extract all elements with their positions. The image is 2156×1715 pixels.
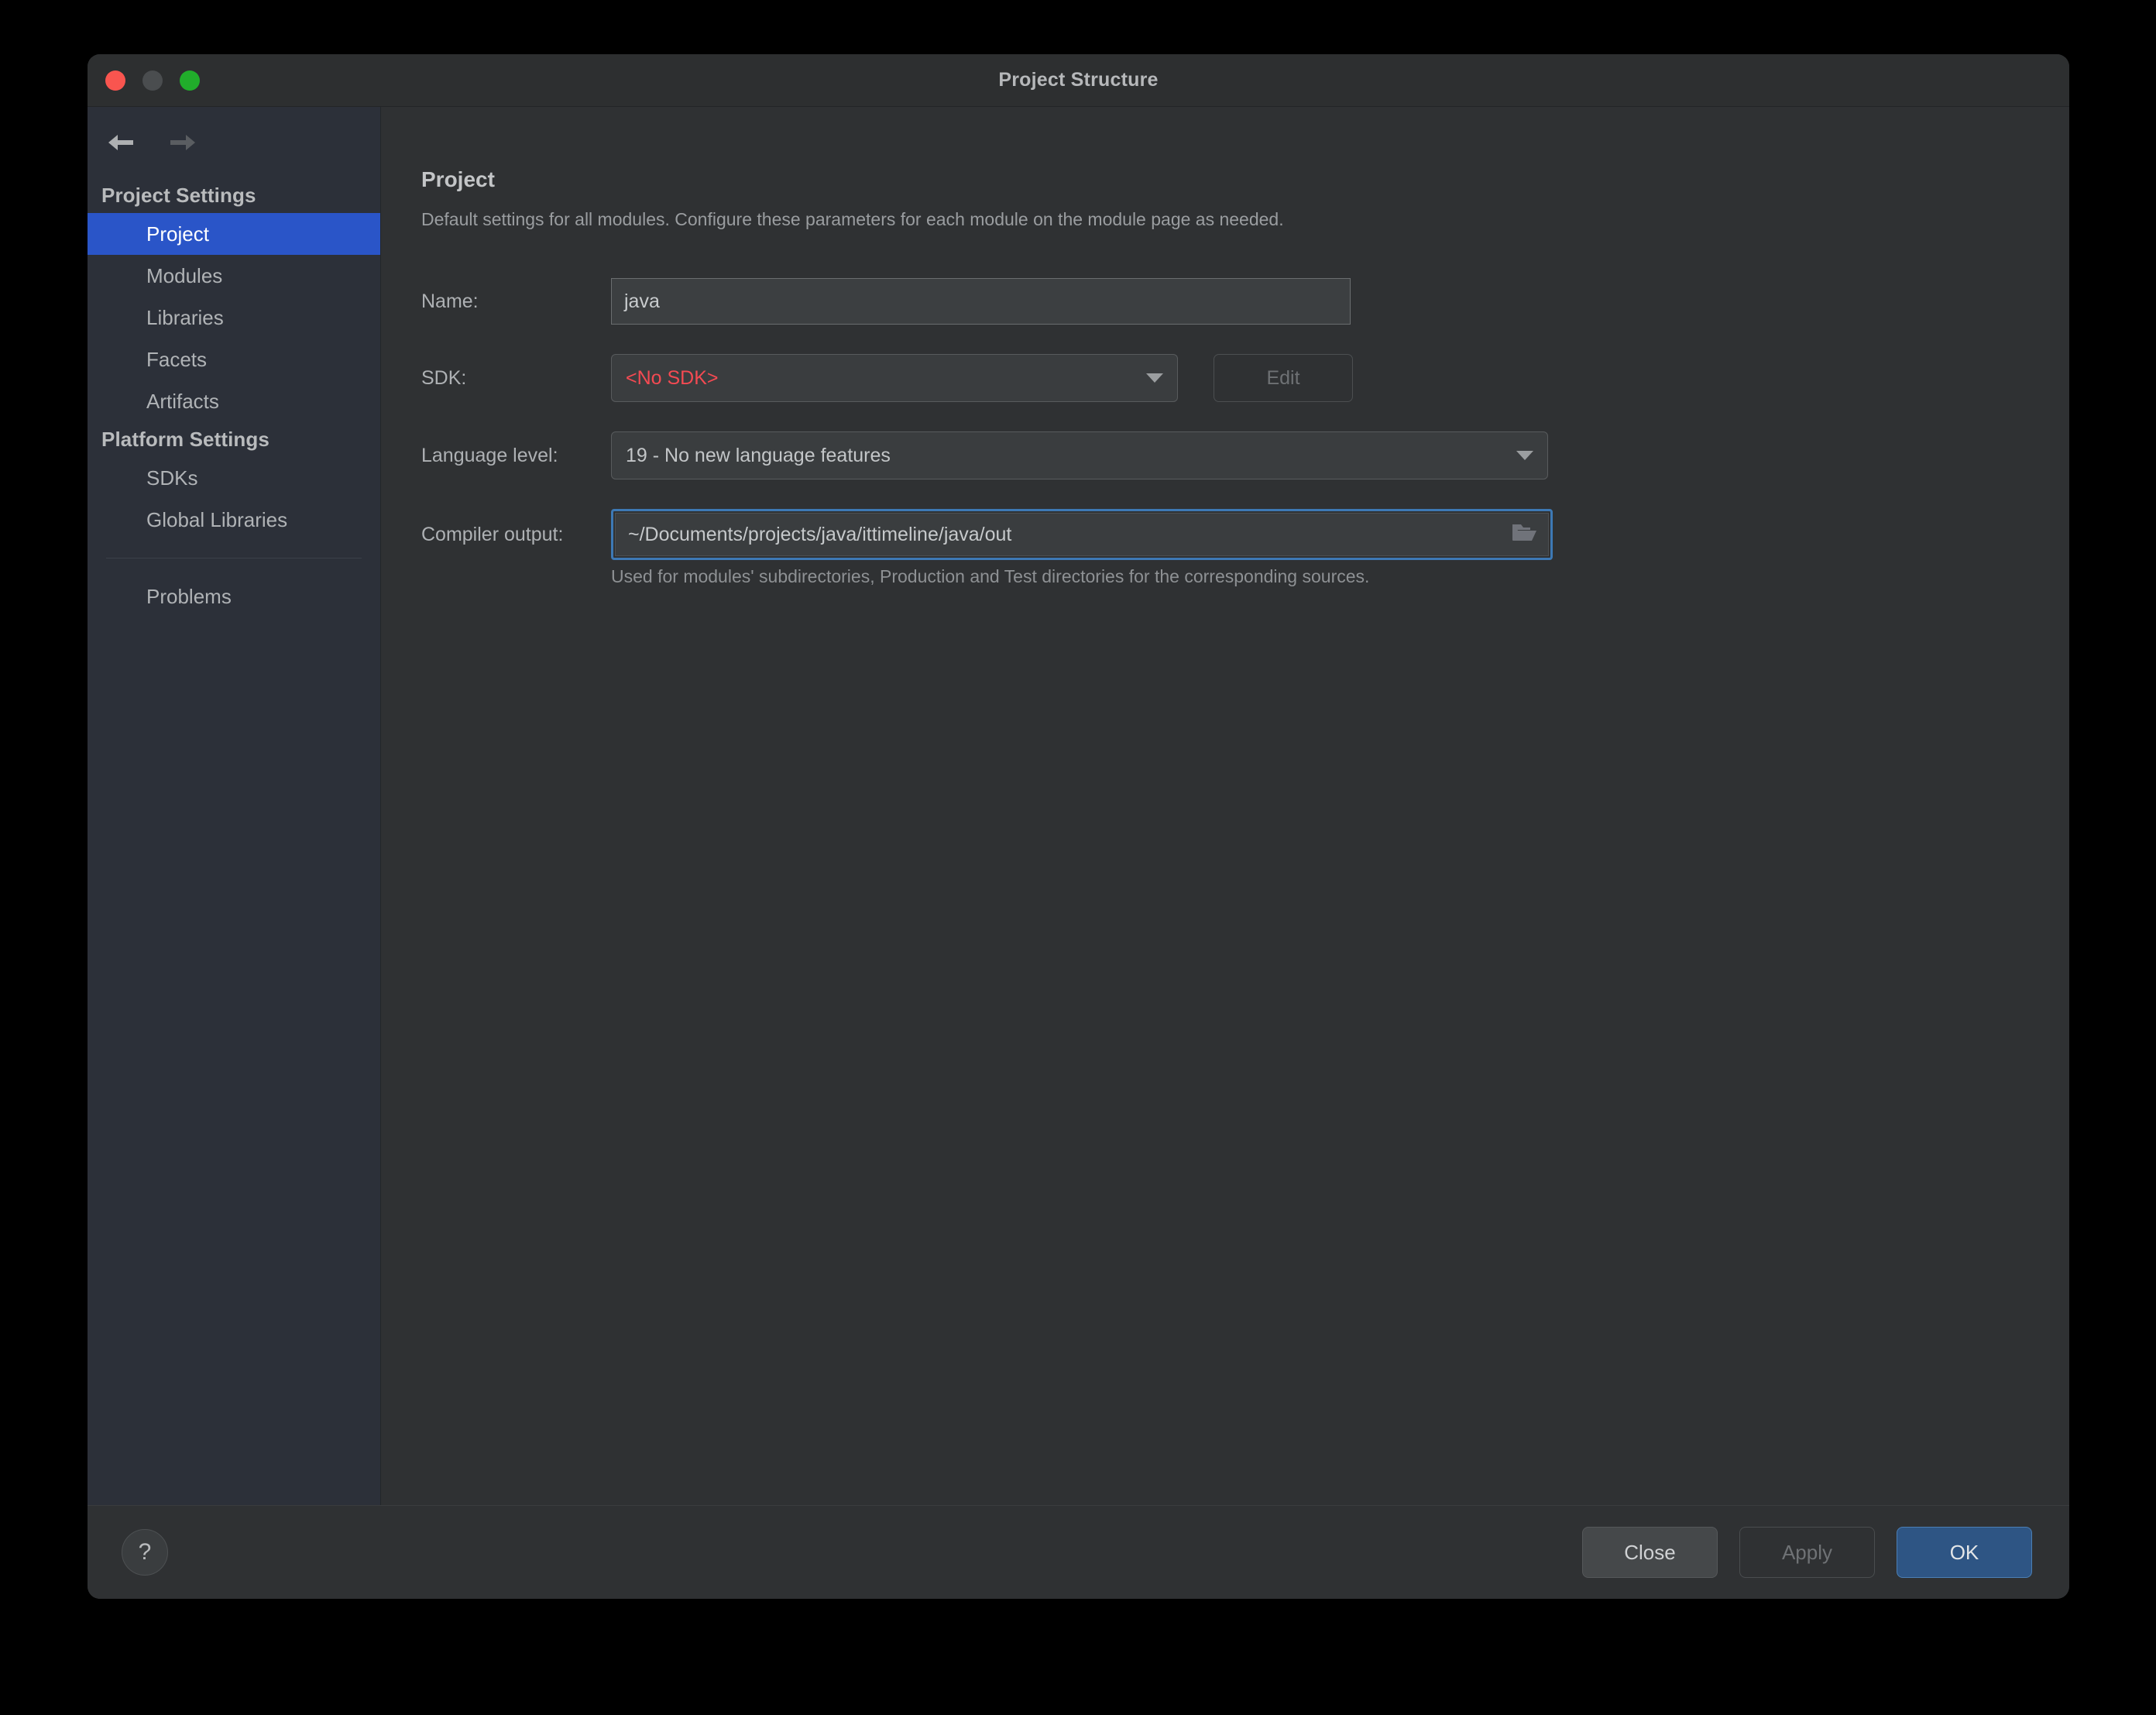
project-structure-dialog: Project Structure Project Settings Proje… — [88, 54, 2069, 1599]
dialog-footer: ? Close Apply OK — [88, 1505, 2069, 1599]
navigation-arrows — [88, 107, 380, 178]
compiler-output-input[interactable]: ~/Documents/projects/java/ittimeline/jav… — [615, 513, 1549, 556]
sdk-row: SDK: <No SDK> Edit — [421, 354, 2069, 402]
page-description: Default settings for all modules. Config… — [421, 209, 1284, 229]
sidebar-item-global-libraries[interactable]: Global Libraries — [88, 499, 380, 541]
sdk-label: SDK: — [421, 366, 467, 389]
sidebar-item-facets[interactable]: Facets — [88, 339, 380, 380]
name-label: Name: — [421, 290, 479, 312]
help-button[interactable]: ? — [122, 1529, 168, 1576]
settings-sidebar: Project Settings Project Modules Librari… — [88, 107, 381, 1505]
language-level-value: 19 - No new language features — [626, 444, 891, 466]
sidebar-group-platform-settings: Platform Settings — [101, 428, 270, 451]
sidebar-item-modules[interactable]: Modules — [88, 255, 380, 297]
edit-sdk-button[interactable]: Edit — [1214, 354, 1353, 402]
language-level-row: Language level: 19 - No new language fea… — [421, 431, 2069, 479]
compiler-output-hint: Used for modules' subdirectories, Produc… — [611, 566, 1370, 586]
ok-button[interactable]: OK — [1897, 1527, 2032, 1578]
name-row: Name: java — [421, 278, 2069, 325]
compiler-output-focus-ring: ~/Documents/projects/java/ittimeline/jav… — [611, 509, 1553, 560]
chevron-down-icon — [1516, 451, 1533, 460]
arrow-right-icon — [167, 131, 198, 154]
close-window-button[interactable] — [105, 70, 125, 91]
sidebar-group-project-settings: Project Settings — [101, 184, 256, 207]
compiler-output-row: Compiler output: ~/Documents/projects/ja… — [421, 509, 2069, 560]
compiler-output-label: Compiler output: — [421, 523, 564, 545]
page-title: Project — [421, 167, 495, 191]
settings-content-panel: Project Default settings for all modules… — [381, 107, 2069, 1505]
compiler-output-value: ~/Documents/projects/java/ittimeline/jav… — [628, 523, 1012, 545]
dialog-body: Project Settings Project Modules Librari… — [88, 107, 2069, 1505]
language-level-label: Language level: — [421, 444, 558, 466]
apply-button[interactable]: Apply — [1739, 1527, 1875, 1578]
sdk-value: <No SDK> — [626, 366, 719, 389]
language-level-dropdown[interactable]: 19 - No new language features — [611, 431, 1548, 479]
traffic-light-controls — [105, 70, 200, 91]
minimize-window-button[interactable] — [142, 70, 163, 91]
close-button[interactable]: Close — [1582, 1527, 1718, 1578]
window-title: Project Structure — [998, 69, 1159, 91]
forward-button[interactable] — [167, 126, 199, 159]
sidebar-item-project[interactable]: Project — [88, 213, 380, 255]
sidebar-item-libraries[interactable]: Libraries — [88, 297, 380, 339]
project-name-input[interactable]: java — [611, 278, 1351, 325]
sidebar-item-sdks[interactable]: SDKs — [88, 457, 380, 499]
chevron-down-icon — [1146, 373, 1163, 383]
window-titlebar: Project Structure — [88, 54, 2069, 107]
back-button[interactable] — [105, 126, 137, 159]
folder-icon[interactable] — [1511, 521, 1537, 548]
arrow-left-icon — [105, 131, 136, 154]
project-name-value: java — [624, 290, 660, 312]
zoom-window-button[interactable] — [180, 70, 200, 91]
sidebar-item-problems[interactable]: Problems — [88, 576, 380, 617]
sdk-dropdown[interactable]: <No SDK> — [611, 354, 1178, 402]
sidebar-item-artifacts[interactable]: Artifacts — [88, 380, 380, 422]
